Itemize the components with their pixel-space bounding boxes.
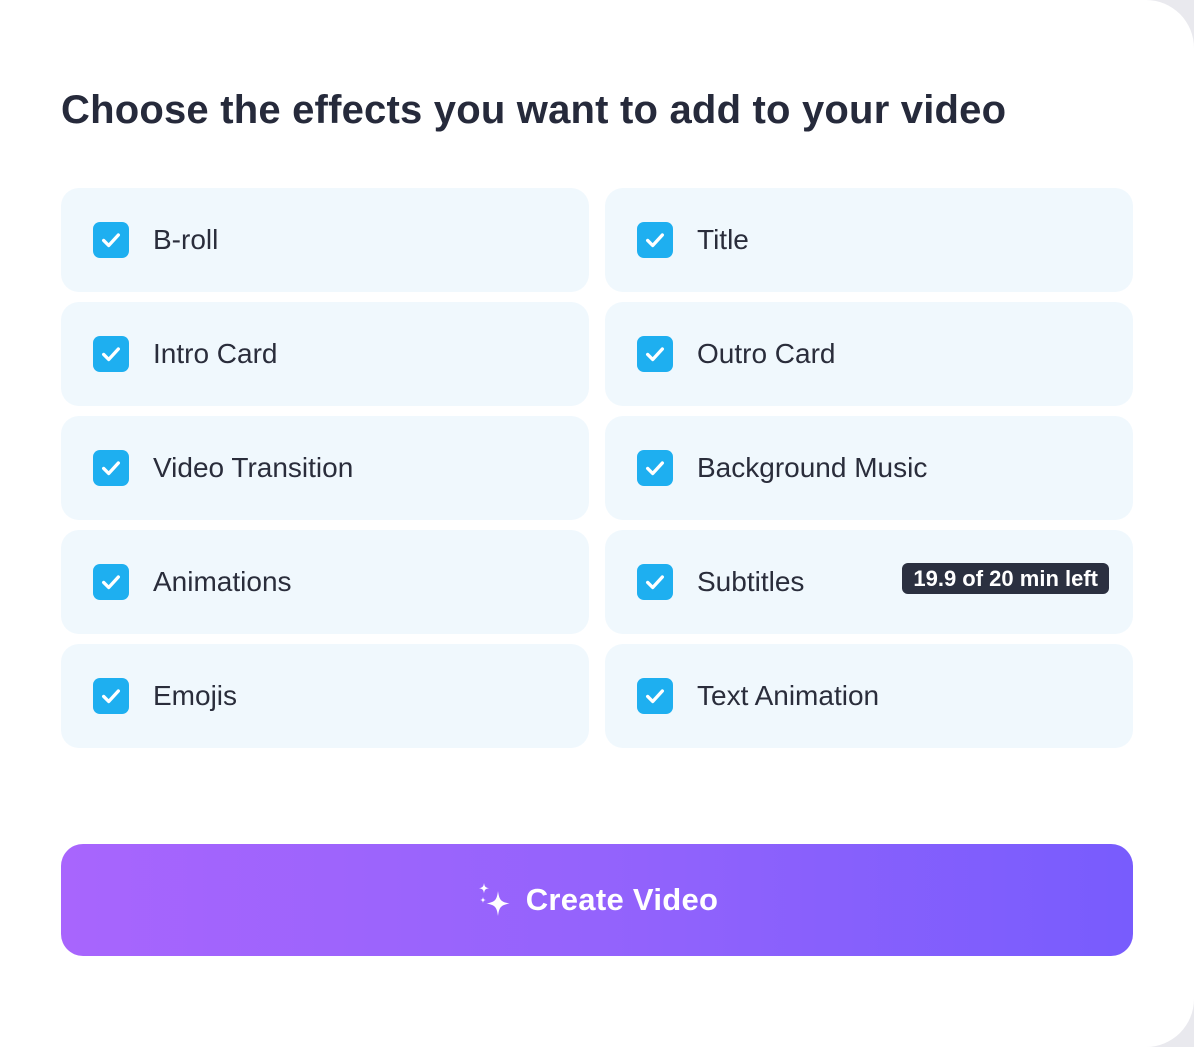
option-text-animation[interactable]: Text Animation: [605, 644, 1133, 748]
create-video-button[interactable]: Create Video: [61, 844, 1133, 956]
page-title: Choose the effects you want to add to yo…: [61, 88, 1007, 132]
option-label: Text Animation: [697, 680, 880, 711]
checkbox-checked-icon[interactable]: [637, 336, 673, 372]
checkbox-checked-icon[interactable]: [93, 564, 129, 600]
option-label: Video Transition: [153, 452, 354, 483]
checkbox-checked-icon[interactable]: [637, 222, 673, 258]
option-outro-card[interactable]: Outro Card: [605, 302, 1133, 406]
minutes-remaining-badge: 19.9 of 20 min left: [902, 563, 1109, 594]
option-emojis[interactable]: Emojis: [61, 644, 589, 748]
option-label: Title: [697, 224, 749, 255]
effects-options-grid: B-roll Title Intro Card Outro Card Video: [61, 188, 1133, 748]
option-title[interactable]: Title: [605, 188, 1133, 292]
checkbox-checked-icon[interactable]: [93, 222, 129, 258]
effects-panel: Choose the effects you want to add to yo…: [0, 0, 1194, 1047]
option-intro-card[interactable]: Intro Card: [61, 302, 589, 406]
option-label: Subtitles: [697, 566, 805, 597]
option-label: Emojis: [153, 680, 238, 711]
option-background-music[interactable]: Background Music: [605, 416, 1133, 520]
option-label: B-roll: [153, 224, 219, 255]
option-subtitles[interactable]: Subtitles 19.9 of 20 min left: [605, 530, 1133, 634]
checkbox-checked-icon[interactable]: [93, 450, 129, 486]
option-label: Intro Card: [153, 338, 278, 369]
checkbox-checked-icon[interactable]: [93, 336, 129, 372]
sparkles-icon: [476, 881, 514, 921]
checkbox-checked-icon[interactable]: [637, 564, 673, 600]
checkbox-checked-icon[interactable]: [93, 678, 129, 714]
checkbox-checked-icon[interactable]: [637, 450, 673, 486]
option-label: Animations: [153, 566, 292, 597]
checkbox-checked-icon[interactable]: [637, 678, 673, 714]
option-label: Background Music: [697, 452, 928, 483]
option-video-transition[interactable]: Video Transition: [61, 416, 589, 520]
option-animations[interactable]: Animations: [61, 530, 589, 634]
option-label: Outro Card: [697, 338, 836, 369]
create-video-label: Create Video: [525, 882, 719, 917]
option-b-roll[interactable]: B-roll: [61, 188, 589, 292]
